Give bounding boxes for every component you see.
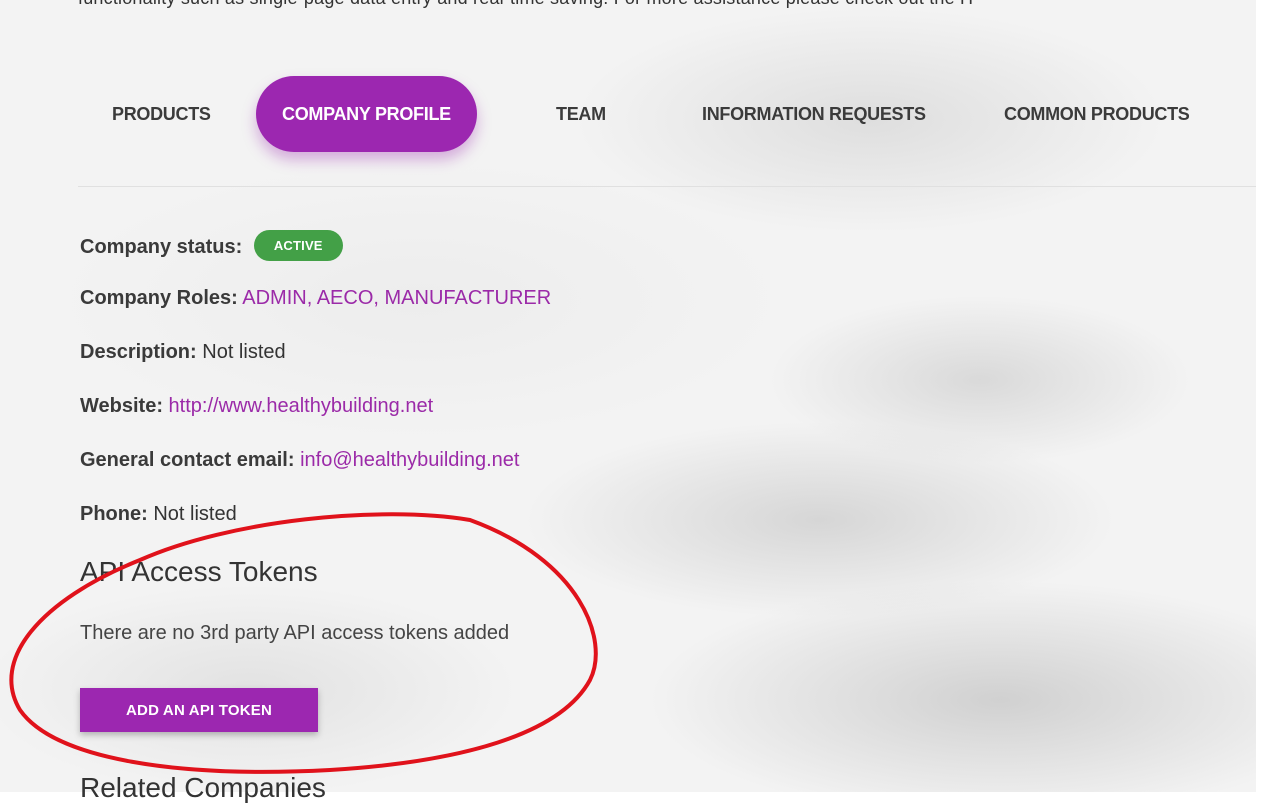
status-badge: ACTIVE: [253, 230, 343, 261]
phone-row: Phone: Not listed: [80, 503, 237, 526]
contact-email-label: General contact email:: [80, 449, 295, 471]
add-api-token-button[interactable]: ADD AN API TOKEN: [80, 688, 318, 732]
description-value: Not listed: [202, 341, 286, 363]
intro-text-clipped: functionality such as single-page data e…: [78, 0, 1268, 10]
company-roles-row: Company Roles: ADMIN, AECO, MANUFACTURER: [80, 287, 551, 310]
website-label: Website:: [80, 395, 163, 417]
contact-email-row: General contact email: info@healthybuild…: [80, 449, 519, 472]
website-row: Website: http://www.healthybuilding.net: [80, 395, 433, 418]
company-roles-label: Company Roles:: [80, 287, 238, 309]
description-row: Description: Not listed: [80, 341, 286, 364]
related-companies-heading: Related Companies: [80, 772, 326, 803]
phone-value: Not listed: [153, 503, 237, 525]
tabs-divider: [78, 186, 1256, 187]
tab-products[interactable]: PRODUCTS: [112, 76, 211, 152]
tab-common-products[interactable]: COMMON PRODUCTS: [1004, 76, 1190, 152]
company-roles-value: ADMIN, AECO, MANUFACTURER: [242, 287, 552, 309]
description-label: Description:: [80, 341, 197, 363]
tab-company-profile[interactable]: COMPANY PROFILE: [256, 76, 477, 152]
tab-team[interactable]: TEAM: [556, 76, 606, 152]
api-tokens-heading: API Access Tokens: [80, 556, 318, 587]
company-status-label: Company status:: [80, 235, 243, 258]
tab-information-requests[interactable]: INFORMATION REQUESTS: [702, 76, 926, 152]
right-edge: [1256, 0, 1268, 792]
company-status-row: Company status: ACTIVE: [80, 230, 343, 263]
contact-email-link[interactable]: info@healthybuilding.net: [300, 449, 519, 471]
api-tokens-empty-message: There are no 3rd party API access tokens…: [80, 622, 510, 644]
phone-label: Phone:: [80, 503, 148, 525]
website-link[interactable]: http://www.healthybuilding.net: [169, 395, 434, 417]
